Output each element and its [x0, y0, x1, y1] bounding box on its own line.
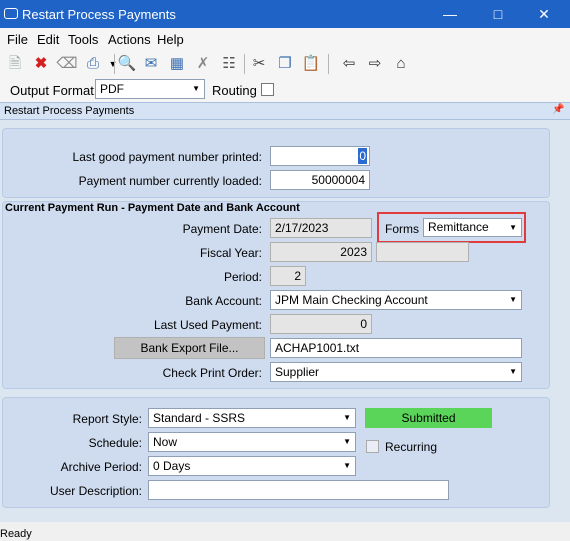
description-input[interactable]: [148, 480, 449, 500]
paste-icon[interactable]: 📋: [300, 53, 322, 75]
currently-loaded-input[interactable]: 50000004: [270, 170, 370, 190]
fiscal-year-label: Fiscal Year:: [199, 246, 262, 260]
description-label: User Description:: [49, 484, 142, 498]
period-field: 2: [270, 266, 306, 286]
minimize-icon[interactable]: —: [430, 3, 470, 25]
clear-icon[interactable]: ⌫: [56, 53, 78, 75]
chevron-down-icon: ▼: [343, 437, 351, 446]
payment-date-label: Payment Date:: [182, 222, 262, 236]
routing-label: Routing: [212, 83, 257, 98]
close-icon[interactable]: ✕: [524, 3, 564, 25]
menu-file[interactable]: File: [7, 32, 28, 47]
bank-export-input[interactable]: ACHAP1001.txt: [270, 338, 522, 358]
toolbar: 🗎 ✖ ⌫ ⎙ ▼ 🔍 ✉ ▦ ✗ ☷ ✂ ❐ 📋 ⇦ ⇨ ⌂: [0, 50, 570, 78]
print-preview-icon[interactable]: 🔍: [116, 53, 138, 75]
report-style-label: Report Style:: [72, 412, 142, 426]
payment-run-heading: Current Payment Run - Payment Date and B…: [5, 202, 300, 214]
menu-actions[interactable]: Actions: [108, 32, 151, 47]
check-order-select[interactable]: Supplier ▼: [270, 362, 522, 382]
attach-icon[interactable]: ✉: [140, 53, 162, 75]
last-used-label: Last Used Payment:: [153, 318, 262, 332]
output-format-value: PDF: [100, 82, 124, 96]
delete-icon[interactable]: ✖: [30, 53, 52, 75]
archive-select[interactable]: 0 Days ▼: [148, 456, 356, 476]
panel-title: Restart Process Payments: [4, 105, 135, 117]
report-style-select[interactable]: Standard - SSRS ▼: [148, 408, 356, 428]
window-title: Restart Process Payments: [22, 7, 176, 22]
fiscal-year-field: 2023: [270, 242, 372, 262]
back-icon[interactable]: ⇦: [338, 53, 360, 75]
chevron-down-icon: ▼: [509, 295, 517, 304]
status-text: Ready: [0, 528, 32, 540]
bank-account-value: JPM Main Checking Account: [275, 293, 428, 307]
schedule-value: Now: [153, 435, 178, 449]
layout-icon[interactable]: ▦: [166, 53, 188, 75]
maximize-icon[interactable]: □: [478, 3, 518, 25]
chevron-down-icon: ▼: [343, 413, 351, 422]
archive-value: 0 Days: [153, 459, 191, 473]
output-row: Output Format: PDF ▼ Routing: [0, 78, 570, 102]
status-badge: Submitted: [365, 408, 492, 428]
report-style-value: Standard - SSRS: [153, 411, 246, 425]
period-label: Period:: [223, 270, 262, 284]
payment-date-field: 2/17/2023: [270, 218, 372, 238]
output-format-select[interactable]: PDF ▼: [95, 79, 205, 99]
recurring-label: Recurring: [385, 440, 438, 454]
menu-bar: File Edit Tools Actions Help: [0, 28, 570, 50]
copy-icon[interactable]: ❐: [274, 53, 296, 75]
last-good-label: Last good payment number printed:: [72, 150, 262, 164]
panel-header: Restart Process Payments 📌: [0, 102, 570, 120]
forms-select[interactable]: Remittance ▼: [423, 218, 522, 237]
chevron-down-icon: ▼: [509, 223, 517, 232]
print-icon[interactable]: ⎙: [82, 53, 104, 75]
last-used-field: 0: [270, 314, 372, 334]
fiscal-year-description: [376, 242, 469, 262]
schedule-select[interactable]: Now ▼: [148, 432, 356, 452]
remove-icon[interactable]: ✗: [192, 53, 214, 75]
pin-icon[interactable]: 📌: [552, 104, 564, 115]
app-icon: [4, 8, 18, 19]
routing-checkbox[interactable]: [261, 83, 274, 96]
recurring-checkbox[interactable]: [366, 440, 379, 453]
chevron-down-icon: ▼: [192, 84, 200, 93]
status-bar: Ready: [0, 522, 570, 541]
new-icon[interactable]: 🗎: [4, 53, 26, 75]
home-icon[interactable]: ⌂: [390, 53, 412, 75]
output-format-label: Output Format:: [10, 83, 98, 98]
check-order-label: Check Print Order:: [162, 366, 262, 380]
archive-label: Archive Period:: [60, 460, 142, 474]
bank-account-select[interactable]: JPM Main Checking Account ▼: [270, 290, 522, 310]
title-bar: Restart Process Payments — □ ✕: [0, 0, 570, 28]
menu-edit[interactable]: Edit: [37, 32, 59, 47]
schedule-label: Schedule:: [88, 436, 142, 450]
forward-icon[interactable]: ⇨: [364, 53, 386, 75]
last-good-input[interactable]: 0: [270, 146, 370, 166]
forms-label: Forms: [385, 222, 419, 236]
last-good-value: 0: [358, 148, 367, 164]
currently-loaded-label: Payment number currently loaded:: [78, 174, 262, 188]
menu-help[interactable]: Help: [157, 32, 184, 47]
cut-icon[interactable]: ✂: [248, 53, 270, 75]
export-icon[interactable]: ☷: [218, 53, 240, 75]
bank-account-label: Bank Account:: [185, 294, 262, 308]
menu-tools[interactable]: Tools: [68, 32, 98, 47]
check-order-value: Supplier: [275, 365, 320, 379]
bank-export-button[interactable]: Bank Export File...: [114, 337, 265, 359]
chevron-down-icon: ▼: [509, 367, 517, 376]
chevron-down-icon: ▼: [343, 461, 351, 470]
forms-value: Remittance: [428, 220, 489, 234]
